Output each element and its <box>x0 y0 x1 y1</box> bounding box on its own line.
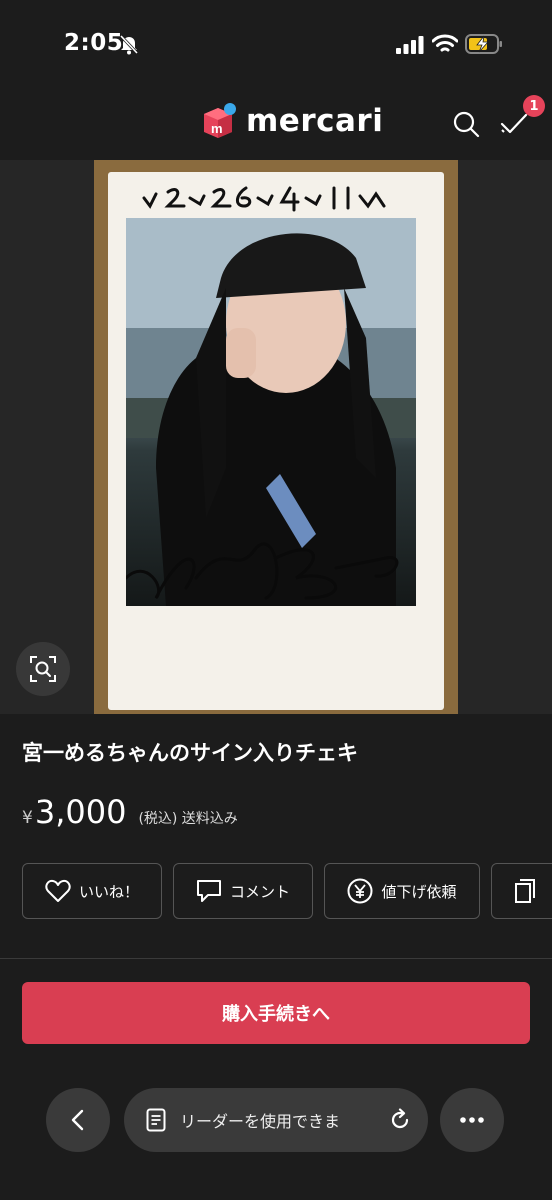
more-icon <box>460 1117 484 1123</box>
portrait-photo <box>126 218 416 606</box>
checklist-icon[interactable] <box>500 110 528 138</box>
product-image-area[interactable] <box>0 160 552 714</box>
mercari-logo[interactable]: m mercari <box>200 102 383 140</box>
bell-slash-icon <box>119 34 139 55</box>
signature-image <box>126 542 399 600</box>
comment-button[interactable]: コメント <box>173 863 313 919</box>
price-request-button[interactable]: 値下げ依頼 <box>324 863 480 919</box>
address-text: リーダーを使用できま <box>180 1112 341 1131</box>
yen-icon <box>347 878 373 904</box>
copy-button[interactable] <box>491 863 552 919</box>
status-time: 2:05 <box>64 30 124 56</box>
back-arrow-icon <box>71 1109 84 1131</box>
price-request-label: 値下げ依頼 <box>381 882 457 901</box>
reader-icon[interactable] <box>146 1108 166 1132</box>
reload-icon[interactable] <box>388 1108 412 1132</box>
product-price: 3,000 <box>34 793 127 831</box>
zoom-lens-icon <box>30 656 56 682</box>
heart-icon <box>45 879 71 902</box>
currency-symbol: ¥ <box>22 808 33 828</box>
address-bar[interactable]: リーダーを使用できま <box>124 1088 428 1152</box>
back-button[interactable] <box>46 1088 110 1152</box>
like-label: いいね！ <box>78 882 139 901</box>
search-icon[interactable] <box>452 110 480 138</box>
signal-icon <box>396 36 424 54</box>
zoom-image-button[interactable] <box>16 642 70 696</box>
section-divider <box>0 958 552 959</box>
notification-badge: 1 <box>523 95 545 117</box>
tax-shipping-note: (税込) 送料込み <box>138 811 238 827</box>
more-button[interactable] <box>440 1088 504 1152</box>
svg-text:m: m <box>211 121 223 136</box>
price-row: ¥ 3,000 (税込) 送料込み <box>22 793 238 831</box>
product-title: 宮一めるちゃんのサイン入りチェキ <box>22 741 358 765</box>
app-header: m mercari <box>0 90 552 160</box>
handwritten-date-image <box>142 186 386 212</box>
like-button[interactable]: いいね！ <box>22 863 162 919</box>
comment-icon <box>196 880 221 902</box>
action-buttons: いいね！ コメント 値下げ依頼 <box>22 863 552 919</box>
comment-label: コメント <box>229 882 290 901</box>
copy-icon <box>515 879 535 903</box>
mercari-box-icon: m <box>204 103 236 138</box>
purchase-button[interactable]: 購入手続きへ <box>22 982 530 1044</box>
battery-charging-icon <box>465 34 502 54</box>
instax-photo-card <box>108 172 444 710</box>
wifi-icon <box>432 34 458 52</box>
browser-toolbar: リーダーを使用できま <box>0 1064 552 1200</box>
page: 2:05 m mercari 1 宮一めるちゃんのサイン入りチェキ ¥ 3,00… <box>0 0 552 1200</box>
brand-name: mercari <box>246 103 384 139</box>
status-bar: 2:05 <box>0 0 552 90</box>
